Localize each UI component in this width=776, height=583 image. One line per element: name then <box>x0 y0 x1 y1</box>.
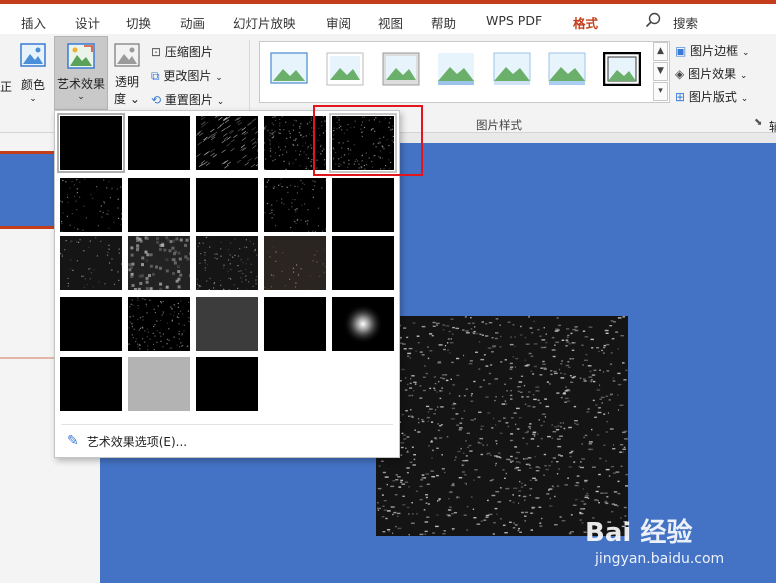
art-effect-warm[interactable] <box>264 236 326 290</box>
art-effect-solid[interactable] <box>332 178 394 232</box>
compress-icon: ⊡ <box>151 45 162 59</box>
search-icon[interactable] <box>645 12 661 28</box>
chevron-down-icon: ⌄ <box>29 94 37 104</box>
art-effect-solid[interactable] <box>264 297 326 351</box>
art-effects-options-label: 艺术效果选项(E)... <box>86 434 188 449</box>
compress-label: 压缩图片 <box>164 45 213 59</box>
picture-effects-button[interactable]: ◈ 图片效果 ⌄ <box>675 65 747 82</box>
watermark-brand: Bai 经验 <box>585 518 693 548</box>
picture-effects-label: 图片效果 <box>688 67 737 81</box>
transparency-label-2: 度 ⌄ <box>114 92 140 106</box>
slide-thumbnail[interactable] <box>0 151 56 229</box>
art-effect-grain[interactable] <box>264 178 326 232</box>
tab-help[interactable]: 帮助 <box>431 13 456 32</box>
picture-layout-icon: ⊞ <box>675 90 686 104</box>
red-highlight-box <box>313 105 423 176</box>
art-effects-options-item[interactable]: ✎ 艺术效果选项(E)... <box>67 430 187 452</box>
art-effect-mottle[interactable] <box>60 236 122 290</box>
picture-styles-group-label: 图片样式 <box>476 118 522 132</box>
art-effect-glow[interactable] <box>332 297 394 351</box>
gallery-expand[interactable]: ▾ <box>653 82 668 101</box>
gallery-scroll-up[interactable]: ▲ <box>653 42 668 61</box>
menu-bar: 插入 设计 切换 动画 幻灯片放映 审阅 视图 帮助 WPS PDF 格式 搜索 <box>0 4 776 38</box>
search-label[interactable]: 搜索 <box>673 13 698 32</box>
chevron-down-icon: ⌄ <box>742 48 750 58</box>
dropdown-separator <box>61 424 393 425</box>
style-thumb-7[interactable] <box>603 52 641 86</box>
picture-effects-icon: ◈ <box>675 67 685 81</box>
color-icon <box>20 43 46 67</box>
dialog-launcher-icon[interactable]: ⬊ <box>754 117 762 128</box>
chevron-down-icon: ⌄ <box>740 94 749 104</box>
transparency-button[interactable]: 透明 度 ⌄ <box>110 42 144 114</box>
tab-review[interactable]: 审阅 <box>326 13 351 32</box>
picture-layout-label: 图片版式 <box>688 90 737 104</box>
art-effect-lines[interactable] <box>196 116 258 170</box>
picture-layout-button[interactable]: ⊞ 图片版式 ⌄ <box>675 88 748 105</box>
ribbon-cut-label: 正 <box>0 80 13 94</box>
picture-styles-gallery[interactable]: ▲ ▼ ▾ <box>259 41 670 103</box>
tab-view[interactable]: 视图 <box>378 13 403 32</box>
chevron-down-icon: ⌄ <box>77 92 85 102</box>
tab-format[interactable]: 格式 <box>573 13 598 32</box>
art-effects-label: 艺术效果 <box>56 77 105 91</box>
art-effects-options-icon: ✎ <box>67 433 79 449</box>
reset-picture-button[interactable]: ⟲ 重置图片 ⌄ <box>151 91 224 108</box>
style-thumb-6[interactable] <box>548 52 586 86</box>
chevron-down-icon: ⌄ <box>215 73 223 83</box>
tab-wps-pdf[interactable]: WPS PDF <box>486 13 542 28</box>
change-picture-button[interactable]: ⧉ 更改图片 ⌄ <box>151 67 223 84</box>
art-effect-solid[interactable] <box>128 116 190 170</box>
reset-picture-label: 重置图片 <box>164 93 213 107</box>
art-effect-solid[interactable] <box>128 178 190 232</box>
art-effect-fine-grain[interactable] <box>196 236 258 290</box>
art-effect-cells[interactable] <box>128 236 190 290</box>
style-thumb-3[interactable] <box>382 52 420 86</box>
art-effect-solid[interactable] <box>196 357 258 411</box>
change-picture-label: 更改图片 <box>163 69 212 83</box>
tab-slideshow[interactable]: 幻灯片放映 <box>233 13 296 32</box>
thumbnail-divider <box>0 357 56 359</box>
art-effects-icon <box>67 43 95 69</box>
gallery-scroll-down[interactable]: ▼ <box>653 62 668 81</box>
picture-border-label: 图片边框 <box>690 44 739 58</box>
picture-border-button[interactable]: ▣ 图片边框 ⌄ <box>675 42 750 59</box>
art-effects-button[interactable]: 艺术效果 ⌄ <box>54 36 108 110</box>
reset-picture-icon: ⟲ <box>151 93 162 107</box>
art-effect-sketch[interactable] <box>60 178 122 232</box>
style-thumb-2[interactable] <box>326 52 364 86</box>
style-thumb-5[interactable] <box>493 52 531 86</box>
tab-animations[interactable]: 动画 <box>180 13 205 32</box>
art-effect-solid[interactable] <box>196 178 258 232</box>
transparency-icon <box>114 43 140 67</box>
color-button[interactable]: 颜色 ⌄ <box>15 42 51 110</box>
art-effect-light-gray[interactable] <box>128 357 190 411</box>
style-thumb-4[interactable] <box>437 52 475 86</box>
tab-design[interactable]: 设计 <box>75 13 100 32</box>
color-label: 颜色 <box>20 78 45 92</box>
art-effect-none[interactable] <box>57 113 125 173</box>
compress-pictures-button[interactable]: ⊡ 压缩图片 <box>151 43 213 60</box>
art-effect-solid[interactable] <box>332 236 394 290</box>
art-effect-weave[interactable] <box>128 297 190 351</box>
tab-transitions[interactable]: 切换 <box>126 13 151 32</box>
transparency-label: 透明 <box>114 75 139 89</box>
watermark: Bai 经验 jingyan.baidu.com <box>585 512 765 572</box>
style-thumb-1[interactable] <box>270 52 308 86</box>
art-effect-gray[interactable] <box>196 297 258 351</box>
chevron-down-icon: ⌄ <box>216 97 225 107</box>
tab-insert[interactable]: 插入 <box>21 13 46 32</box>
change-picture-icon: ⧉ <box>151 69 160 83</box>
watermark-url: jingyan.baidu.com <box>595 551 725 567</box>
slide-picture[interactable] <box>376 316 628 536</box>
art-effect-solid[interactable] <box>60 297 122 351</box>
picture-border-icon: ▣ <box>675 44 687 58</box>
chevron-down-icon: ⌄ <box>739 71 748 81</box>
art-effect-solid[interactable] <box>60 357 122 411</box>
